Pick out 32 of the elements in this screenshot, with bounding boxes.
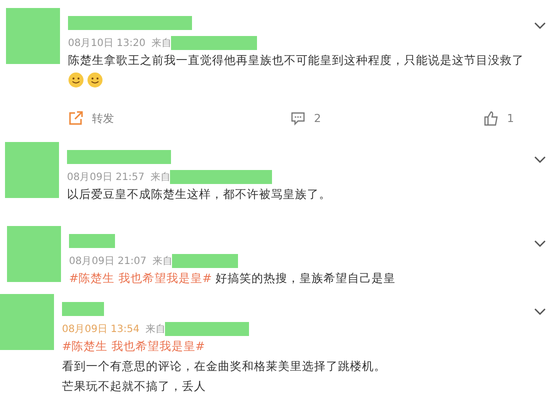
chevron-icon[interactable] [534, 22, 546, 30]
source-label: 来自 [150, 170, 170, 184]
chevron-icon[interactable] [534, 240, 546, 248]
comment-icon[interactable] [290, 110, 306, 126]
repost-label[interactable]: 转发 [92, 110, 114, 126]
redaction-block [172, 254, 238, 268]
redaction-block [0, 294, 54, 350]
thumbs-up-icon[interactable] [483, 110, 499, 126]
smiley-icon [68, 72, 84, 88]
comment-text: 陈楚生拿歌王之前我一直觉得他再皇族也不可能皇到这种程度，只能说是这节目没救了 [68, 52, 525, 69]
source-label: 来自 [151, 36, 172, 50]
comment-date: 08月10日 13:20 [68, 37, 146, 50]
smiley-icon [87, 72, 103, 88]
source-label: 来自 [152, 254, 172, 268]
source-label: 来自 [145, 322, 166, 336]
comment-date: 08月09日 21:57 [67, 171, 144, 184]
comment-text: 以后爱豆皇不成陈楚生这样，都不许被骂皇族了。 [67, 186, 332, 203]
comment-text: #陈楚生 我也希望我是皇# 好搞笑的热搜，皇族希望自己是皇 [69, 270, 397, 287]
redaction-block [7, 226, 61, 282]
comment-date: 08月09日 13:54 [62, 323, 140, 336]
comment-text: #陈楚生 我也希望我是皇# [62, 338, 206, 355]
comment-text: 看到一个有意思的评论，在金曲奖和格莱美里选择了跳楼机。 [62, 358, 387, 375]
redaction-block [62, 302, 104, 316]
comment-count: 2 [314, 112, 321, 124]
comment-text: 芒果玩不起就不搞了，丢人 [62, 378, 207, 395]
chevron-icon[interactable] [534, 156, 546, 164]
like-count: 1 [507, 112, 514, 124]
redaction-block [69, 234, 115, 248]
comment-date: 08月09日 21:07 [69, 255, 146, 268]
chevron-icon[interactable] [534, 308, 546, 316]
redaction-block [6, 8, 60, 64]
redaction-block [5, 142, 59, 198]
